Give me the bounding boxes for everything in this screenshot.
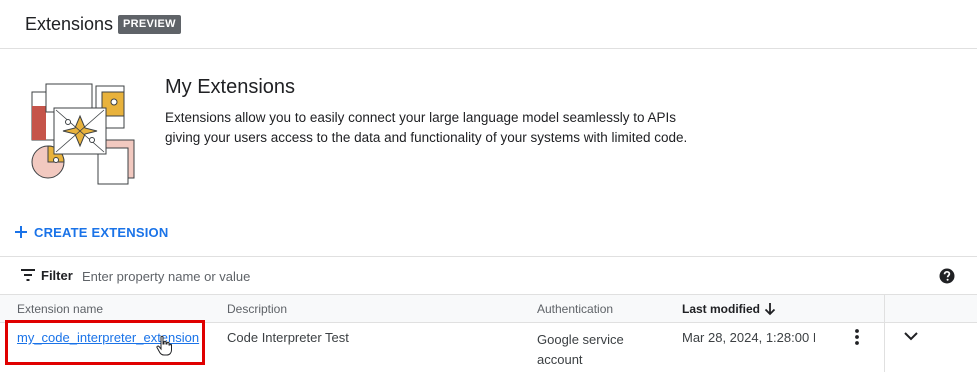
filter-bar: Filter xyxy=(0,256,977,295)
page-title: Extensions xyxy=(25,14,114,34)
hand-cursor-icon xyxy=(156,335,172,356)
column-header-name[interactable]: Extension name xyxy=(17,302,103,316)
extension-description: Code Interpreter Test xyxy=(227,330,349,345)
column-header-authentication[interactable]: Authentication xyxy=(537,302,613,316)
plus-icon xyxy=(15,226,27,238)
create-extension-label: CREATE EXTENSION xyxy=(34,224,169,240)
filter-icon xyxy=(21,269,35,281)
highlight-box xyxy=(5,320,205,365)
preview-badge: PREVIEW xyxy=(118,15,181,34)
table-header: Extension name Description Authenticatio… xyxy=(0,295,977,323)
column-header-description[interactable]: Description xyxy=(227,302,287,316)
filter-input[interactable] xyxy=(82,265,782,287)
chevron-down-icon[interactable] xyxy=(903,329,919,343)
create-extension-button[interactable]: CREATE EXTENSION xyxy=(13,222,168,242)
extension-authentication: Google service account xyxy=(537,332,624,367)
filter-label: Filter xyxy=(41,268,73,283)
page-header: Extensions PREVIEW xyxy=(0,0,977,49)
section-description: Extensions allow you to easily connect y… xyxy=(165,110,688,145)
column-header-last-modified[interactable]: Last modified xyxy=(682,302,760,316)
extensions-illustration-icon xyxy=(31,83,135,185)
help-icon[interactable] xyxy=(939,268,955,284)
section-title: My Extensions xyxy=(165,76,296,98)
more-vert-icon[interactable] xyxy=(853,328,861,346)
extension-last-modified: Mar 28, 2024, 1:28:00 PM xyxy=(682,330,815,345)
arrow-down-icon[interactable] xyxy=(763,302,777,316)
